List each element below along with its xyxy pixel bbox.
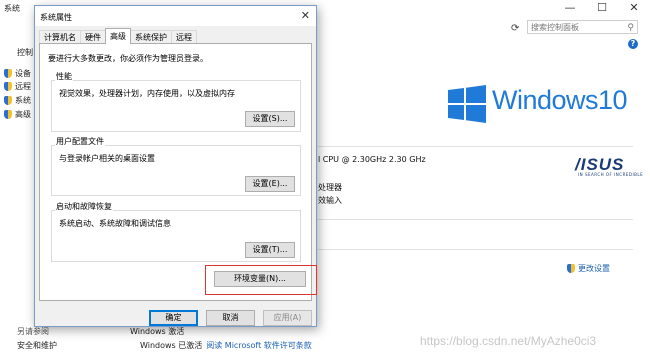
tab-hardware[interactable]: 硬件 bbox=[80, 30, 106, 44]
shield-icon bbox=[4, 96, 12, 105]
divider bbox=[318, 249, 633, 250]
search-input[interactable]: 搜索控制面板 ⚲ bbox=[527, 20, 638, 34]
divider bbox=[318, 219, 633, 220]
change-settings-link[interactable]: 更改设置 bbox=[567, 263, 610, 274]
watermark: https://blog.csdn.net/MyAzhe0ci3 bbox=[420, 334, 597, 348]
user-profiles-group: 用户配置文件 与登录帐户相关的桌面设置 设置(E)... bbox=[51, 136, 301, 196]
window-title: 系统 bbox=[4, 4, 20, 13]
sidebar-item-advanced[interactable]: 高级 bbox=[4, 109, 31, 120]
close-button[interactable]: ✕ bbox=[618, 0, 650, 18]
security-link[interactable]: 安全和维护 bbox=[17, 340, 57, 351]
startup-recovery-settings-button[interactable]: 设置(T)... bbox=[245, 242, 295, 258]
dialog-close-button[interactable]: ✕ bbox=[301, 9, 310, 22]
performance-title: 性能 bbox=[55, 71, 73, 82]
license-terms-link[interactable]: 阅读 Microsoft 软件许可条款 bbox=[206, 341, 312, 350]
asus-tagline: IN SEARCH OF INCREDIBLE bbox=[578, 172, 644, 177]
tab-strip: 计算机名 硬件 高级 系统保护 远程 bbox=[39, 28, 197, 44]
advanced-tab-panel: 要进行大多数更改，你必须作为管理员登录。 性能 视觉效果，处理器计划，内存使用，… bbox=[39, 43, 312, 301]
tab-advanced[interactable]: 高级 bbox=[105, 28, 131, 44]
sidebar-item-system[interactable]: 系统 bbox=[4, 95, 31, 106]
tab-remote[interactable]: 远程 bbox=[171, 30, 197, 44]
see-also-heading: 另请参阅 bbox=[17, 327, 49, 336]
caption-buttons: — ☐ ✕ bbox=[554, 0, 650, 18]
sidebar-item-remote[interactable]: 远程 bbox=[4, 81, 31, 92]
help-icon[interactable]: ? bbox=[628, 39, 638, 49]
performance-settings-button[interactable]: 设置(S)... bbox=[245, 111, 295, 127]
windows-logo-text: Windows10 bbox=[492, 85, 628, 115]
system-properties-dialog: 系统属性 ✕ 计算机名 硬件 高级 系统保护 远程 要进行大多数更改，你必须作为… bbox=[34, 5, 317, 327]
dialog-titlebar[interactable]: 系统属性 ✕ bbox=[35, 6, 316, 26]
search-placeholder: 搜索控制面板 bbox=[531, 23, 579, 32]
tab-system-protection[interactable]: 系统保护 bbox=[130, 30, 172, 44]
dialog-title: 系统属性 bbox=[40, 13, 72, 22]
user-profiles-desc: 与登录帐户相关的桌面设置 bbox=[59, 154, 155, 163]
cpu-info: l CPU @ 2.30GHz 2.30 GHz bbox=[318, 155, 426, 164]
startup-recovery-title: 启动和故障恢复 bbox=[55, 201, 113, 212]
refresh-icon[interactable]: ⟳ bbox=[511, 23, 519, 34]
user-profiles-settings-button[interactable]: 设置(E)... bbox=[245, 176, 295, 192]
user-profiles-title: 用户配置文件 bbox=[55, 136, 105, 147]
tab-computer-name[interactable]: 计算机名 bbox=[39, 30, 81, 44]
shield-icon bbox=[4, 110, 12, 119]
divider bbox=[318, 146, 633, 147]
minimize-button[interactable]: — bbox=[554, 0, 586, 18]
processor-type: 处理器 bbox=[318, 183, 342, 192]
windows-logo-icon bbox=[448, 85, 486, 123]
admin-note: 要进行大多数更改，你必须作为管理员登录。 bbox=[48, 54, 208, 63]
search-icon: ⚲ bbox=[627, 23, 634, 33]
startup-recovery-desc: 系统启动、系统故障和调试信息 bbox=[59, 219, 171, 228]
shield-icon bbox=[567, 264, 575, 273]
activation-heading: Windows 激活 bbox=[130, 327, 185, 336]
sidebar-item-device[interactable]: 设备 bbox=[4, 68, 31, 79]
apply-button[interactable]: 应用(A) bbox=[263, 310, 312, 326]
activation-status: Windows 已激活 阅读 Microsoft 软件许可条款 bbox=[140, 341, 312, 350]
shield-icon bbox=[4, 69, 12, 78]
shield-icon bbox=[4, 82, 12, 91]
startup-recovery-group: 启动和故障恢复 系统启动、系统故障和调试信息 设置(T)... bbox=[51, 201, 301, 262]
pen-touch-info: 效输入 bbox=[318, 196, 342, 205]
highlight-box bbox=[205, 265, 317, 295]
performance-desc: 视觉效果，处理器计划，内存使用，以及虚拟内存 bbox=[59, 89, 235, 98]
performance-group: 性能 视觉效果，处理器计划，内存使用，以及虚拟内存 设置(S)... bbox=[51, 71, 301, 132]
maximize-button[interactable]: ☐ bbox=[586, 0, 618, 18]
cancel-button[interactable]: 取消 bbox=[206, 310, 255, 326]
sidebar-title[interactable]: 控制 bbox=[17, 47, 33, 58]
ok-button[interactable]: 确定 bbox=[149, 310, 198, 326]
